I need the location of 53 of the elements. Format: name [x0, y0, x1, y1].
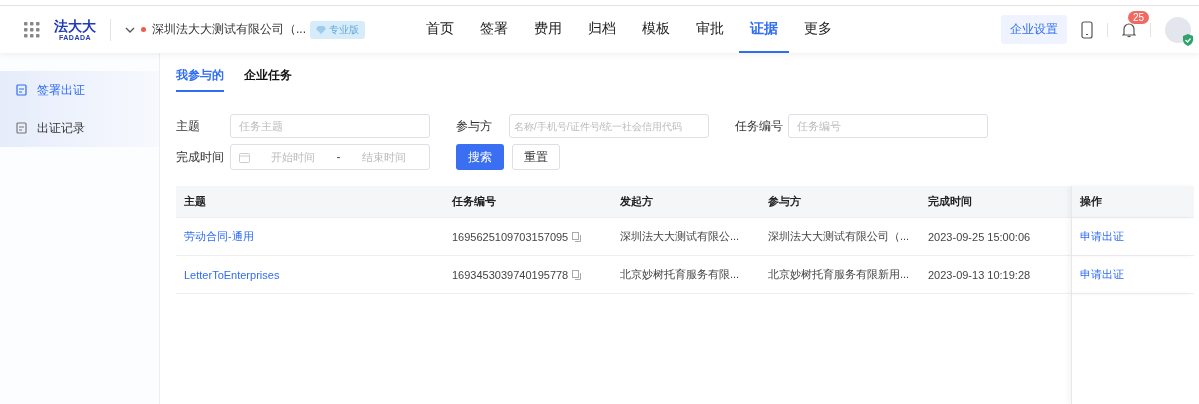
apply-link[interactable]: 申请出证 — [1080, 229, 1124, 244]
mobile-icon[interactable] — [1081, 20, 1093, 39]
column-header: 完成时间 — [920, 186, 1071, 218]
table-cell: 深圳法大大测试有限公... — [612, 218, 760, 256]
table-cell: 深圳法大大测试有限公司（... — [760, 218, 920, 256]
reset-button[interactable]: 重置 — [512, 144, 560, 170]
settings-button[interactable]: 企业设置 — [1001, 15, 1067, 44]
copy-icon[interactable] — [572, 231, 582, 242]
edition-tag: 专业版 — [310, 20, 365, 39]
copy-icon[interactable] — [572, 269, 582, 280]
user-avatar[interactable] — [1165, 16, 1191, 43]
finish-time-label: 完成时间 — [176, 148, 225, 166]
sidebar-item[interactable]: 出证记录 — [0, 109, 159, 147]
table-cell: 2023-09-25 15:00:06 — [920, 218, 1071, 256]
column-header: 操作 — [1071, 186, 1194, 218]
sidebar-item[interactable]: 签署出证 — [0, 71, 159, 109]
table-cell: 1695625109703157095 — [452, 230, 569, 243]
apply-link[interactable]: 申请出证 — [1080, 267, 1124, 282]
column-header: 参与方 — [760, 186, 920, 218]
table-cell: 1693453039740195778 — [452, 268, 569, 281]
nav-tab[interactable]: 签署 — [469, 6, 519, 53]
column-header: 主题 — [176, 186, 444, 218]
nav-tab[interactable]: 费用 — [523, 6, 573, 53]
nav-tab[interactable]: 模板 — [631, 6, 681, 53]
subject-label: 主题 — [176, 117, 201, 135]
status-dot — [141, 27, 146, 32]
apps-grid-icon[interactable] — [24, 21, 40, 38]
task-number-label: 任务编号 — [735, 117, 784, 135]
subject-link[interactable]: LetterToEnterprises — [184, 268, 280, 281]
table-cell: 北京妙树托育服务有限新用... — [760, 256, 920, 294]
tab[interactable]: 企业任务 — [244, 67, 292, 92]
subject-link[interactable]: 劳动合同-通用 — [184, 229, 254, 244]
nav-tab[interactable]: 审批 — [685, 6, 735, 53]
document-icon — [16, 84, 27, 96]
nav-tab[interactable]: 更多 — [793, 6, 843, 53]
participant-label: 参与方 — [456, 117, 493, 135]
column-header: 任务编号 — [444, 186, 612, 218]
nav-tab[interactable]: 证据 — [739, 6, 789, 53]
tab[interactable]: 我参与的 — [176, 67, 224, 92]
search-button[interactable]: 搜索 — [456, 144, 504, 170]
table-cell: 北京妙树托育服务有限... — [612, 256, 760, 294]
document-icon — [16, 122, 27, 134]
bell-icon[interactable] — [1122, 21, 1136, 38]
company-name[interactable]: 深圳法大大测试有限公司（... — [152, 21, 306, 38]
notification-badge: 25 — [1128, 10, 1150, 24]
column-header: 发起方 — [612, 186, 760, 218]
subject-field[interactable]: 任务主题 — [230, 114, 430, 138]
date-range-field[interactable]: 开始时间 - 结束时间 — [230, 144, 430, 170]
nav-tab[interactable]: 归档 — [577, 6, 627, 53]
diamond-icon — [316, 24, 326, 35]
table-cell: 2023-09-13 10:19:28 — [920, 256, 1071, 294]
calendar-icon — [239, 151, 250, 163]
nav-tab[interactable]: 首页 — [415, 6, 465, 53]
